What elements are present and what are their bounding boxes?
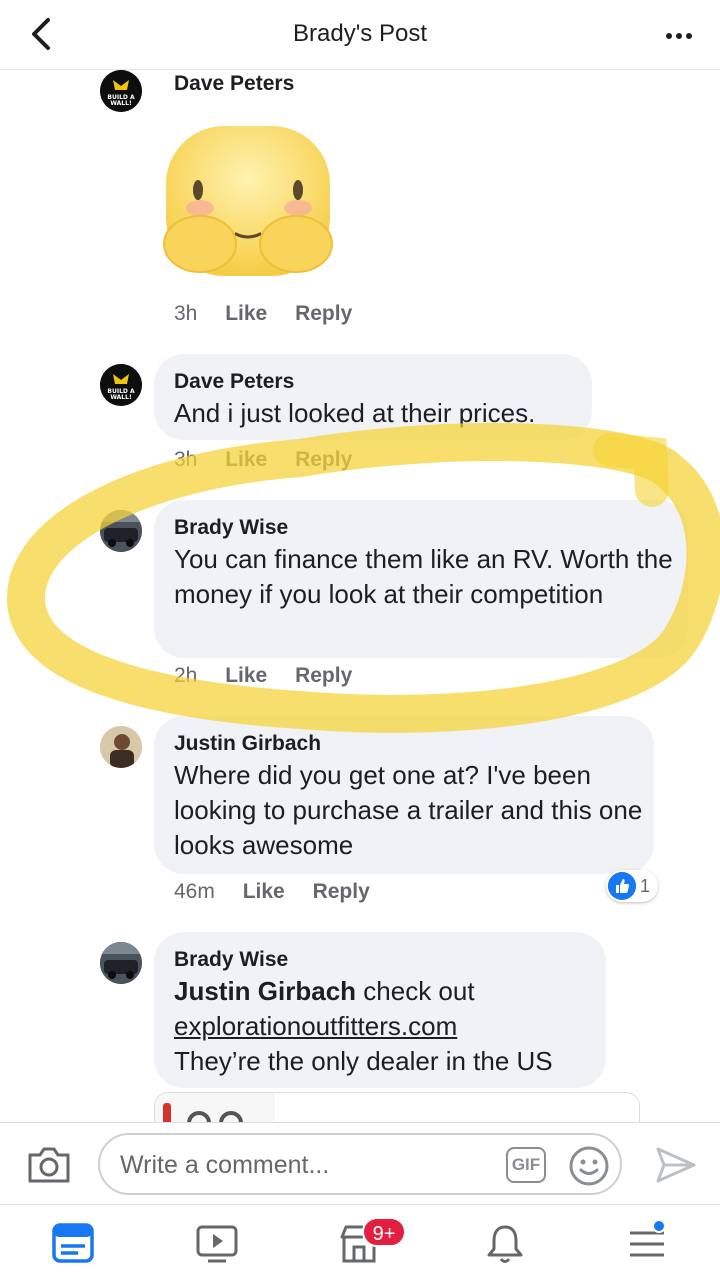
comment-text-segment: check out [356, 976, 475, 1006]
comment-text: Justin Girbach check out explorationoutf… [174, 974, 604, 1079]
blushing-sticker-icon [163, 126, 333, 276]
comment-time: 3h [174, 302, 198, 325]
watch-video-icon[interactable] [192, 1219, 242, 1269]
comment-text: You can finance them like an RV. Worth t… [174, 544, 673, 609]
comment-author[interactable]: Justin Girbach [174, 732, 321, 756]
comment-author[interactable]: Dave Peters [174, 370, 294, 394]
like-button[interactable]: Like [225, 664, 267, 687]
notifications-bell-icon[interactable] [480, 1219, 530, 1269]
reply-button[interactable]: Reply [295, 664, 352, 687]
comment-composer: Write a comment... GIF [0, 1122, 720, 1204]
reply-button[interactable]: Reply [313, 880, 370, 903]
more-options-icon[interactable] [664, 26, 694, 46]
comment-text: And i just looked at their prices. [174, 398, 536, 428]
like-button[interactable]: Like [225, 302, 267, 325]
page-title: Brady's Post [293, 20, 427, 47]
vehicle-photo-avatar-icon [100, 942, 142, 984]
comment-actions: 2h Like Reply [174, 664, 374, 688]
build-a-wall-avatar-icon: BUILD A WALL! [100, 364, 142, 406]
like-button[interactable]: Like [225, 448, 267, 471]
comment-actions: 3h Like Reply [174, 448, 374, 472]
reaction-count[interactable]: 1 [606, 870, 659, 902]
top-bar: Brady's Post [0, 0, 720, 70]
menu-notification-dot [652, 1219, 666, 1233]
avatar[interactable] [100, 726, 142, 768]
comment-text-segment: They’re the only dealer in the US [174, 1046, 553, 1076]
send-icon[interactable] [654, 1143, 698, 1187]
thumbs-up-icon [608, 872, 636, 900]
build-a-wall-avatar-icon: BUILD A WALL! [100, 70, 142, 112]
avatar[interactable]: BUILD A WALL! [100, 364, 142, 406]
trailer-gear-thumbnail-icon [155, 1093, 275, 1122]
comment-text: Where did you get one at? I've been look… [174, 760, 643, 860]
comment-input[interactable]: Write a comment... GIF [98, 1133, 622, 1195]
comments-list: BUILD A WALL! Dave Peters 3h Like Reply … [0, 70, 720, 1122]
person-photo-avatar-icon [100, 726, 142, 768]
mention-link[interactable]: Justin Girbach [174, 976, 356, 1006]
comment-actions: 46m Like Reply [174, 880, 392, 904]
link-preview-card[interactable] [154, 1092, 640, 1122]
reaction-number: 1 [640, 875, 651, 896]
avatar[interactable]: BUILD A WALL! [100, 70, 142, 112]
reply-button[interactable]: Reply [295, 448, 352, 471]
vehicle-photo-avatar-icon [100, 510, 142, 552]
comment-author[interactable]: Dave Peters [174, 72, 294, 96]
comment-time: 46m [174, 880, 215, 903]
notification-badge: 9+ [362, 1217, 406, 1247]
like-button[interactable]: Like [243, 880, 285, 903]
news-feed-icon[interactable] [48, 1219, 98, 1269]
bottom-navigation: 9+ [0, 1204, 720, 1280]
camera-icon[interactable] [26, 1143, 72, 1185]
gif-button[interactable]: GIF [506, 1147, 546, 1183]
svg-text:WALL!: WALL! [110, 394, 131, 401]
emoji-icon[interactable] [568, 1145, 610, 1187]
comment-author[interactable]: Brady Wise [174, 516, 288, 540]
reply-button[interactable]: Reply [295, 302, 352, 325]
comment-actions: 3h Like Reply [174, 302, 374, 326]
svg-text:WALL!: WALL! [110, 100, 131, 107]
comment-time: 3h [174, 448, 198, 471]
avatar[interactable] [100, 510, 142, 552]
website-link[interactable]: explorationoutfitters.com [174, 1011, 457, 1041]
comment-input-placeholder: Write a comment... [120, 1151, 330, 1179]
comment-time: 2h [174, 664, 198, 687]
avatar[interactable] [100, 942, 142, 984]
comment-author[interactable]: Brady Wise [174, 948, 288, 972]
